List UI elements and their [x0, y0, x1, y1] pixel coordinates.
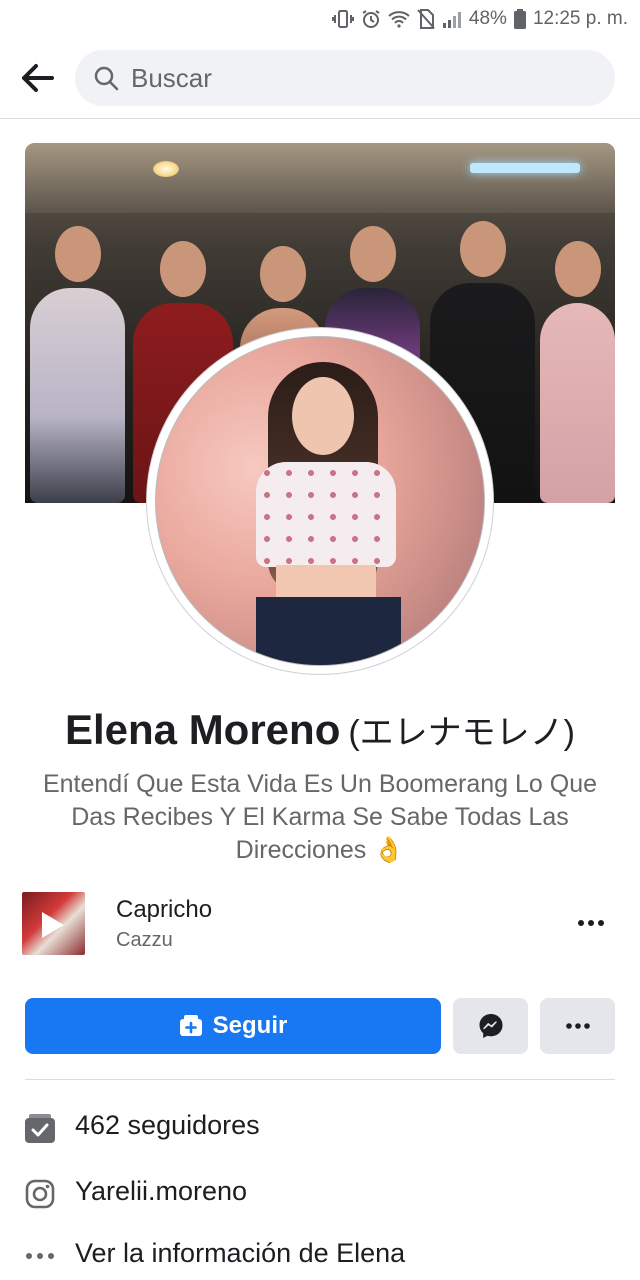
search-bar[interactable] — [75, 50, 615, 106]
followers-count: 462 seguidores — [75, 1110, 260, 1140]
see-info-item[interactable]: Ver la información de Elena — [0, 1230, 640, 1280]
profile-name: Elena Moreno (エレナモレノ) — [0, 705, 640, 754]
profile-name-text: Elena Moreno — [64, 706, 341, 753]
status-icons: 48% 12:25 p. m. — [331, 6, 628, 32]
followers-item[interactable]: 462 seguidores — [0, 1102, 640, 1152]
more-icon — [565, 1023, 590, 1029]
see-info-link[interactable]: Ver la información de Elena — [75, 1238, 405, 1269]
cover-lamp — [153, 161, 179, 177]
no-sim-icon — [417, 9, 435, 29]
cover-person — [540, 241, 615, 503]
battery-percent: 48% — [468, 8, 507, 29]
more-icon — [578, 920, 604, 926]
battery-icon — [513, 9, 526, 29]
back-arrow-icon — [22, 64, 54, 92]
follow-label: Seguir — [212, 1012, 288, 1039]
messenger-icon — [479, 1014, 502, 1038]
song-artist: Cazzu — [116, 929, 173, 951]
instagram-handle: Yarelii.moreno — [75, 1176, 248, 1206]
wifi-icon — [388, 10, 410, 28]
more-options-button[interactable] — [540, 998, 615, 1054]
top-bar — [0, 38, 640, 119]
profile-alt-name: (エレナモレノ) — [348, 714, 576, 752]
more-icon — [22, 1238, 58, 1274]
follow-icon — [179, 1015, 202, 1036]
alarm-icon — [361, 9, 381, 29]
song-title: Capricho — [116, 896, 213, 923]
cover-neon-light — [470, 163, 580, 173]
clock: 12:25 p. m. — [532, 8, 628, 29]
profile-picture[interactable] — [147, 328, 493, 674]
search-input[interactable] — [131, 50, 591, 106]
cover-person — [30, 226, 125, 503]
play-icon[interactable] — [42, 912, 64, 938]
music-more-button[interactable] — [572, 904, 610, 942]
vibrate-icon — [331, 9, 354, 29]
follow-button[interactable]: Seguir — [25, 998, 441, 1054]
avatar — [155, 336, 485, 666]
profile-bio: Entendí Que Esta Vida Es Un Boomerang Lo… — [42, 770, 598, 864]
instagram-item[interactable]: Yarelii.moreno — [0, 1168, 640, 1218]
divider — [25, 1079, 615, 1080]
back-button[interactable] — [14, 58, 60, 98]
profile-actions: Seguir — [0, 998, 640, 1054]
profile-music[interactable]: Capricho Cazzu — [0, 890, 640, 958]
followers-icon — [22, 1110, 58, 1146]
status-bar: 48% 12:25 p. m. — [0, 0, 640, 38]
search-icon — [94, 66, 119, 91]
signal-icon — [442, 10, 462, 28]
instagram-icon — [22, 1176, 58, 1212]
cover-ceiling — [25, 143, 615, 213]
message-button[interactable] — [453, 998, 528, 1054]
